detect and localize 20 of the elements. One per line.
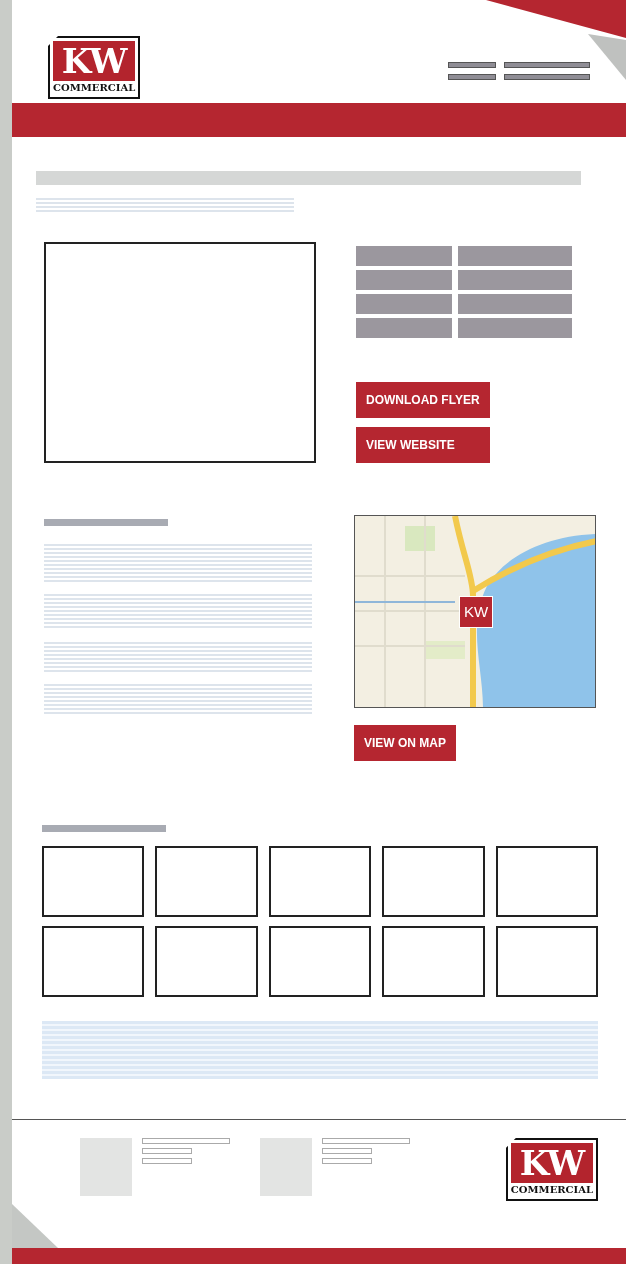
thumbnail-placeholder[interactable] (268, 926, 372, 997)
footer-image-placeholder (260, 1138, 312, 1196)
thumbnail-placeholder[interactable] (268, 846, 372, 917)
thumbnail-placeholder[interactable] (495, 846, 598, 917)
thumbnail-placeholder[interactable] (382, 926, 485, 997)
action-button[interactable]: VIEW WEBSITE (356, 427, 490, 463)
action-button[interactable]: VIEW ON MAP (354, 725, 456, 761)
thumbnail-placeholder[interactable] (495, 926, 598, 997)
action-button[interactable]: DOWNLOAD FLYER (356, 382, 490, 418)
thumbnail-placeholder[interactable] (42, 846, 145, 917)
thumbnail-placeholder[interactable] (42, 926, 145, 997)
thumbnail-placeholder[interactable] (382, 846, 485, 917)
logo-tagline: COMMERCIAL (510, 1183, 593, 1196)
logo-mark: KW (510, 1143, 593, 1183)
map-marker[interactable]: KW (459, 596, 493, 628)
logo-mark: KW (53, 41, 136, 81)
footer-image-placeholder (80, 1138, 132, 1196)
thumbnail-placeholder[interactable] (155, 926, 258, 997)
thumbnail-placeholder[interactable] (155, 846, 258, 917)
logo-tagline: COMMERCIAL (53, 81, 136, 94)
